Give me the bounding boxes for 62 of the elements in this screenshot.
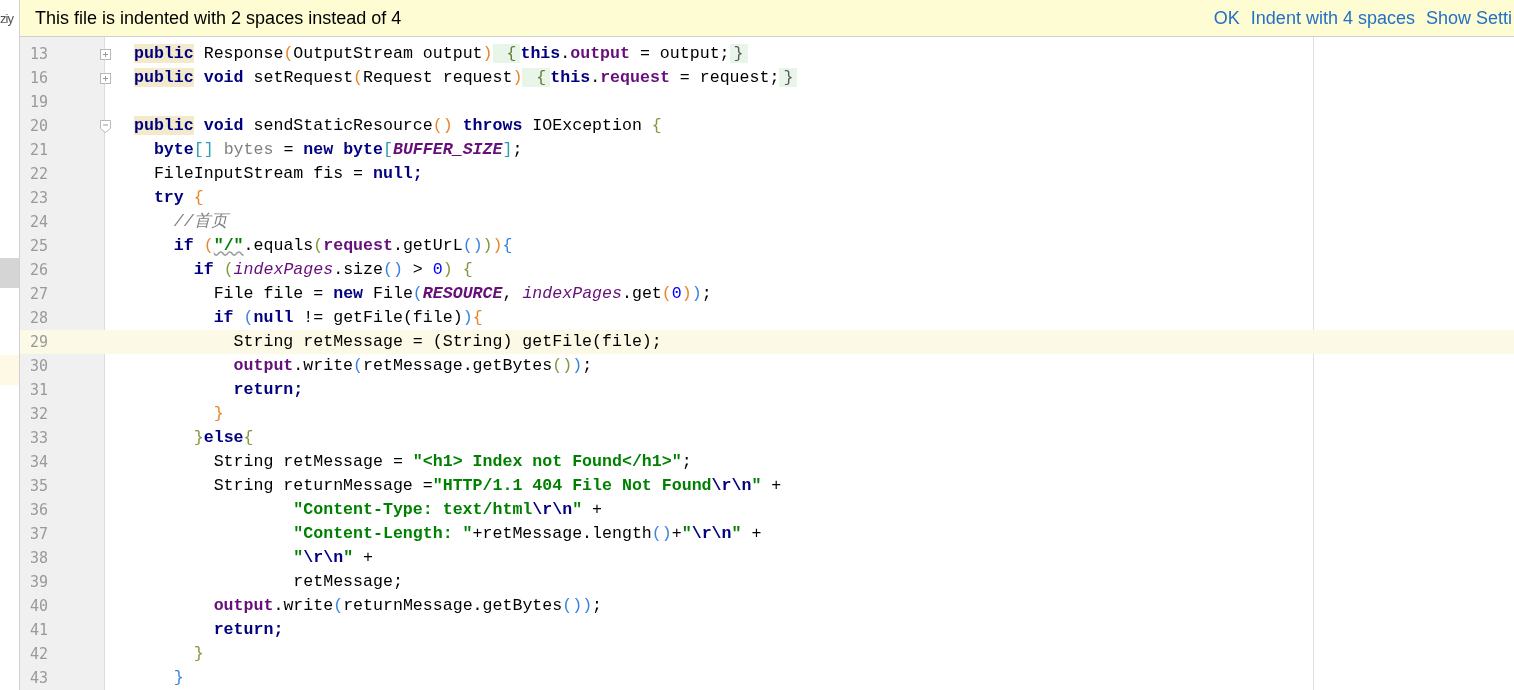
code-text: if (indexPages.size() > 0) { [192, 258, 473, 281]
line-number: 27 [29, 283, 50, 305]
code-text: "\r\n" + [292, 546, 374, 569]
panel-text: ziy [0, 10, 13, 28]
code-text: output.write(returnMessage.getBytes()); [212, 594, 603, 617]
line-number: 28 [29, 307, 50, 329]
collapse-icon[interactable] [99, 119, 111, 133]
expand-icon[interactable] [99, 72, 111, 84]
line-number: 35 [29, 475, 50, 497]
line-number: 39 [29, 571, 50, 593]
code-text: if ("/".equals(request.getUrL())){ [172, 234, 513, 257]
line-number: 37 [29, 523, 50, 545]
code-text: output.write(retMessage.getBytes()); [232, 354, 593, 377]
code-text: String retMessage = "<h1> Index not Found</h1>"; [212, 450, 692, 473]
code-text: "Content-Length: "+retMessage.length()+"\r\n" + [292, 522, 762, 545]
code-text: //首页 [172, 210, 228, 233]
line-number: 24 [29, 211, 50, 233]
code-text: } [172, 666, 184, 689]
line-number: 41 [29, 619, 50, 641]
line-number: 22 [29, 163, 50, 185]
code-text: retMessage; [292, 570, 403, 593]
notification-link[interactable]: Indent with 4 spaces [1250, 4, 1415, 32]
code-text: return; [212, 618, 284, 641]
code-text: }else{ [192, 426, 254, 449]
line-number: 32 [29, 403, 50, 425]
line-number: 25 [29, 235, 50, 257]
code-text: public Response(OutputStream output) { this.output = output; } [134, 41, 748, 67]
code-text: "Content-Type: text/html\r\n" + [292, 498, 603, 521]
line-number: 16 [29, 67, 50, 89]
line-number: 36 [29, 499, 50, 521]
code-text: String retMessage = (String) getFile(file); [232, 330, 662, 353]
notification-message: This file is indented with 2 spaces instead of 4 [35, 6, 402, 30]
line-number: 43 [29, 667, 50, 689]
line-number: 42 [29, 643, 50, 665]
code-text: return; [232, 378, 304, 401]
code-text: } [212, 402, 224, 425]
line-number: 13 [29, 43, 50, 65]
line-number: 20 [29, 115, 50, 137]
code-text: FileInputStream fis = null; [152, 162, 423, 185]
code-text: String returnMessage ="HTTP/1.1 404 File Not Found\r\n" + [212, 474, 782, 497]
code-text: public void setRequest(Request request) { this.request = request; } [134, 65, 798, 91]
code-text: try { [152, 186, 204, 209]
code-text: File file = new File(RESOURCE, indexPages.get(0)); [212, 282, 712, 305]
notification-link[interactable]: Show Setti [1425, 4, 1512, 32]
code-text: public void sendStaticResource() throws IOException { [134, 114, 662, 137]
line-number: 23 [29, 187, 50, 209]
expand-icon[interactable] [99, 48, 111, 60]
line-number: 29 [29, 331, 50, 353]
line-number: 26 [29, 259, 50, 281]
line-number: 33 [29, 427, 50, 449]
code-text: byte[] bytes = new byte[BUFFER_SIZE]; [152, 138, 523, 161]
code-text: if (null != getFile(file)){ [212, 306, 483, 329]
line-number: 31 [29, 379, 50, 401]
line-number: 19 [29, 91, 50, 113]
line-number: 30 [29, 355, 50, 377]
line-number: 34 [29, 451, 50, 473]
notification-link[interactable]: OK [1213, 4, 1240, 32]
line-number: 40 [29, 595, 50, 617]
line-number: 38 [29, 547, 50, 569]
panel-highlight [0, 355, 19, 385]
code-text: } [192, 642, 204, 665]
line-number: 21 [29, 139, 50, 161]
